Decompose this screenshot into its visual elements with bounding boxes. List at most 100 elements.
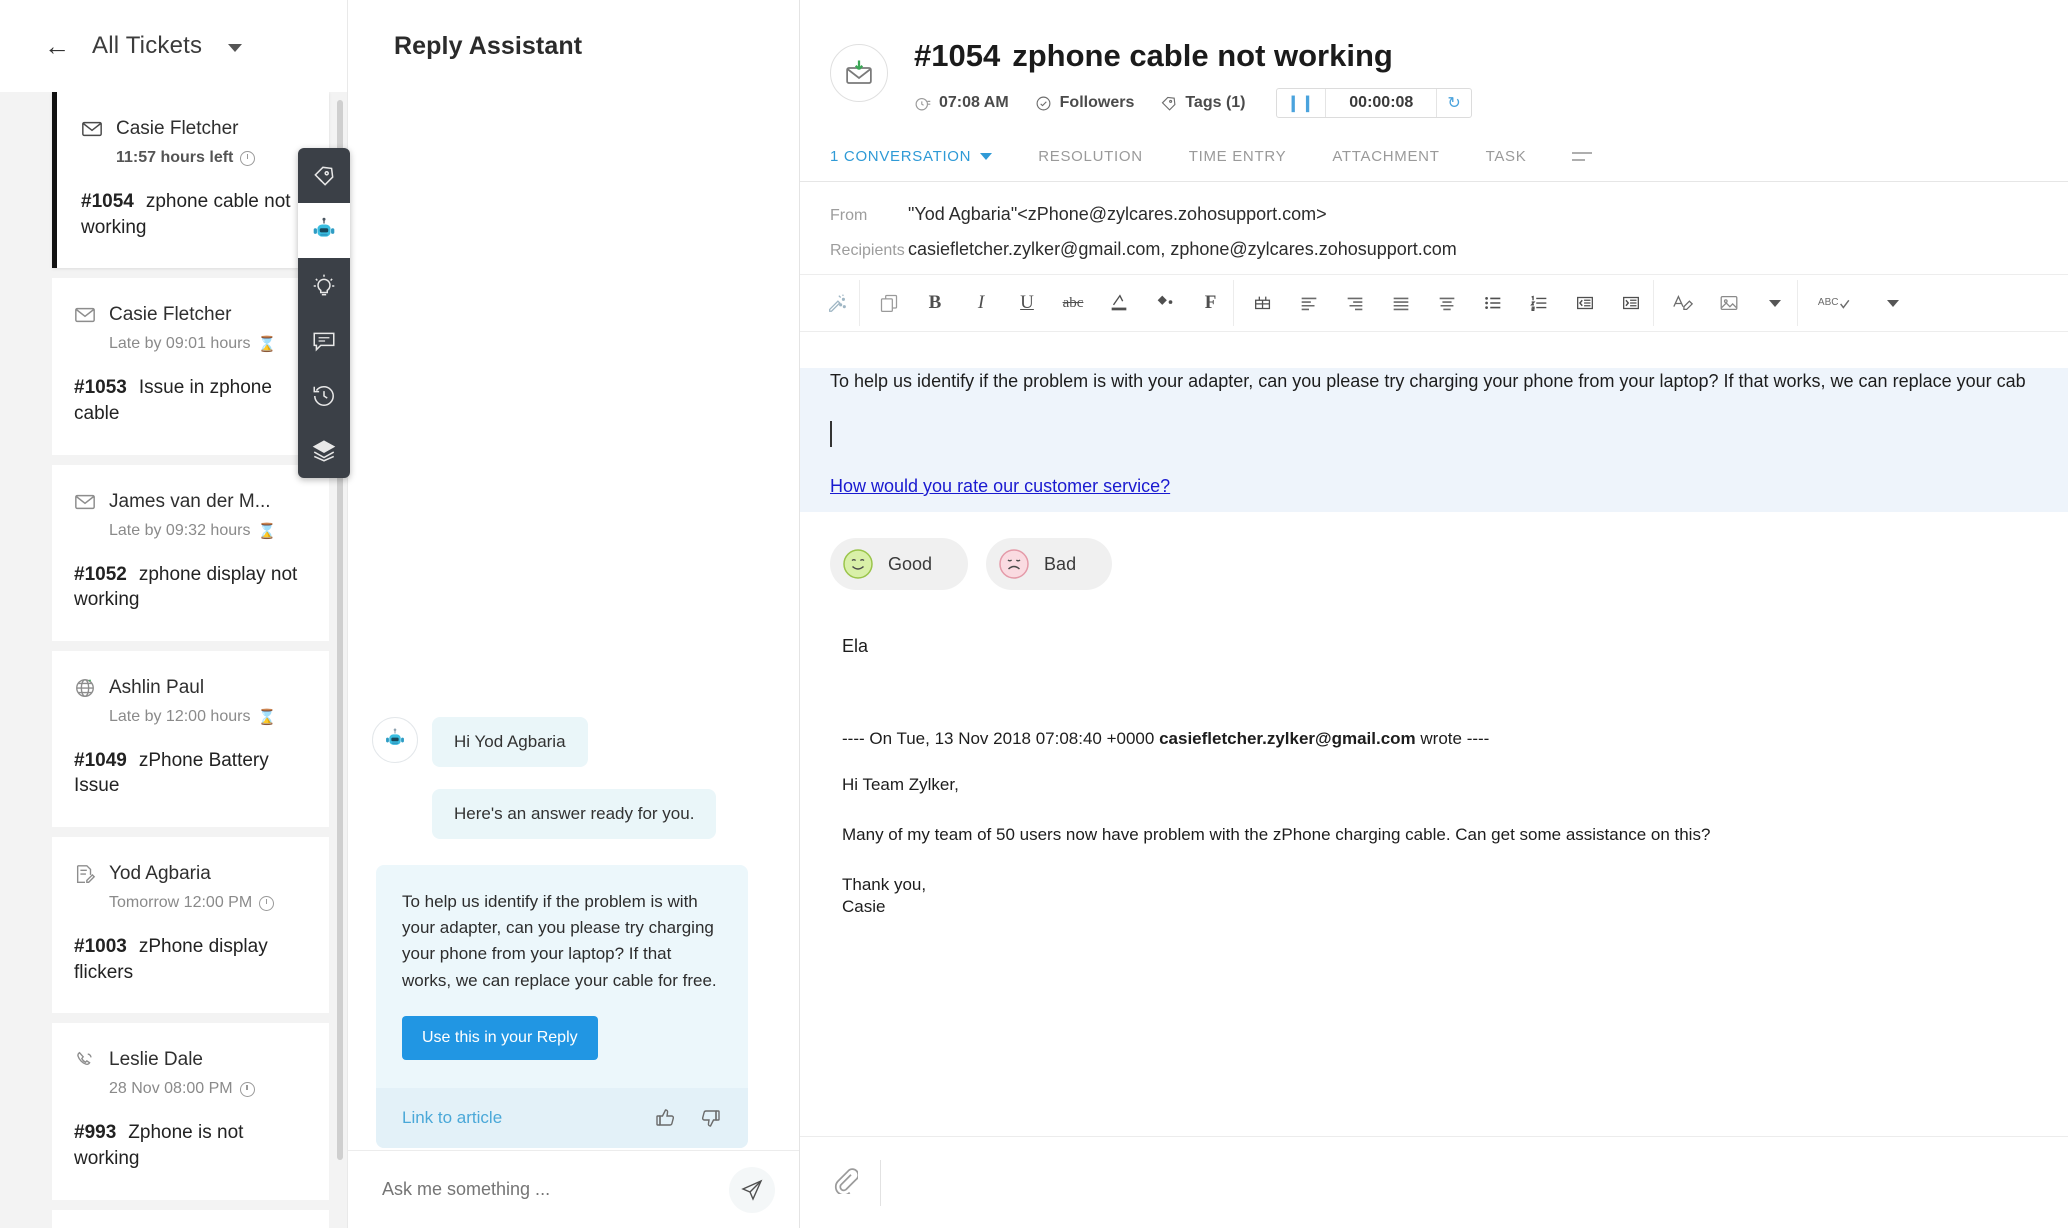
ticket-card-top: Ashlin Paul: [74, 677, 303, 699]
ticket-list-scroll[interactable]: Casie Fletcher 11:57 hours left #1054 zph…: [0, 92, 347, 1228]
tab-label: RESOLUTION: [1038, 148, 1143, 165]
justify-button[interactable]: [1378, 280, 1424, 326]
list-item[interactable]: James van der M... 30 Nov 10:00 AM: [52, 1209, 329, 1228]
list-item[interactable]: James van der M... Late by 09:32 hours ⌛ …: [52, 464, 329, 641]
ticket-card-top: James van der M...: [74, 491, 303, 513]
email-icon: [75, 308, 95, 323]
chat-message-greeting: Hi Yod Agbaria: [372, 716, 775, 767]
list-item-due: Late by 12:00 hours ⌛: [109, 708, 303, 726]
spellcheck-button[interactable]: ABC: [1804, 280, 1870, 326]
toolbar-caret-button[interactable]: [1752, 280, 1798, 326]
list-item[interactable]: Yod Agbaria Tomorrow 12:00 PM #1003 zPhon…: [52, 837, 329, 1014]
web-icon: [76, 678, 94, 697]
survey-link-line: How would you rate our customer service?: [800, 473, 2068, 500]
from-value[interactable]: "Yod Agbaria"<zPhone@zylcares.zohosuppor…: [908, 204, 1327, 225]
send-button[interactable]: [729, 1166, 775, 1213]
list-item-due-text: 11:57 hours left: [116, 149, 234, 166]
ticket-detail-pane: #1054 zphone cable not working 07:08 AM F…: [800, 0, 2068, 1228]
rail-item-history[interactable]: [298, 368, 350, 423]
followers-button[interactable]: Followers: [1035, 94, 1135, 112]
link-to-article-link[interactable]: Link to article: [402, 1108, 502, 1128]
followers-label: Followers: [1059, 94, 1135, 111]
more-menu-icon[interactable]: [1572, 152, 1593, 177]
rating-good-button[interactable]: Good: [830, 538, 969, 590]
highlight-color-button[interactable]: [1142, 280, 1188, 326]
reload-icon[interactable]: ↻: [1436, 89, 1470, 117]
pause-icon[interactable]: ❙❙: [1277, 89, 1327, 117]
rail-item-tags[interactable]: [298, 148, 350, 203]
tab-conversation[interactable]: 1 CONVERSATION: [830, 148, 1018, 181]
clear-format-button[interactable]: F: [1188, 280, 1234, 326]
recipients-value[interactable]: casiefletcher.zylker@gmail.com, zphone@z…: [908, 239, 1457, 260]
quote-header-email: casiefletcher.zylker@gmail.com: [1159, 729, 1416, 748]
ticket-meta: 07:08 AM Followers Tags (1) ❙❙ 00:00:08 …: [914, 88, 1472, 118]
list-item-name: Casie Fletcher: [109, 304, 232, 326]
tags-button[interactable]: Tags (1): [1160, 94, 1246, 112]
use-in-reply-button[interactable]: Use this in your Reply: [402, 1016, 598, 1060]
attach-button[interactable]: [830, 1166, 860, 1199]
hourglass-icon: ⌛: [257, 336, 277, 354]
rail-item-layers[interactable]: [298, 423, 350, 478]
list-item-name: Casie Fletcher: [116, 118, 239, 139]
font-style-button[interactable]: [1660, 280, 1706, 326]
thumbs-down-icon[interactable]: [698, 1106, 722, 1130]
clock-icon: [240, 150, 256, 166]
indent-button[interactable]: [1608, 280, 1654, 326]
rating-good-label: Good: [888, 553, 933, 574]
ticket-card-top: Leslie Dale: [74, 1049, 303, 1071]
list-item[interactable]: Casie Fletcher Late by 09:01 hours ⌛ #105…: [52, 278, 329, 455]
text-color-button[interactable]: [1096, 280, 1142, 326]
selected-text-block: To help us identify if the problem is wi…: [800, 368, 2068, 512]
paperclip-icon: [834, 1168, 860, 1196]
list-item[interactable]: Casie Fletcher 11:57 hours left #1054 zph…: [52, 92, 329, 269]
ticket-list-header: ← All Tickets: [0, 0, 347, 92]
list-item-subject: #1052 zphone display not working: [74, 562, 303, 613]
insert-placeholder-button[interactable]: [814, 280, 860, 326]
list-item[interactable]: Leslie Dale 28 Nov 08:00 PM #993 Zphone i…: [52, 1023, 329, 1200]
feedback-buttons: [654, 1106, 722, 1130]
list-item-due: Late by 09:32 hours ⌛: [109, 522, 303, 540]
rail-item-assistant[interactable]: [298, 203, 350, 258]
bold-button[interactable]: B: [912, 280, 958, 326]
reply-editor[interactable]: To help us identify if the problem is wi…: [800, 332, 2068, 1062]
align-right-button[interactable]: [1332, 280, 1378, 326]
spellcheck-caret-button[interactable]: [1870, 280, 1916, 326]
tab-task[interactable]: TASK: [1486, 148, 1553, 181]
list-item-name: Yod Agbaria: [109, 863, 211, 885]
italic-button[interactable]: I: [958, 280, 1004, 326]
chevron-down-icon[interactable]: [228, 44, 243, 52]
bot-assistant-icon: [386, 728, 404, 745]
survey-link[interactable]: How would you rate our customer service?: [830, 476, 1170, 496]
table-button[interactable]: [1240, 280, 1286, 326]
tab-attachment[interactable]: ATTACHMENT: [1332, 148, 1465, 181]
tag-icon: [1162, 96, 1176, 111]
underline-button[interactable]: U: [1004, 280, 1050, 326]
rail-item-chat[interactable]: [298, 313, 350, 368]
align-center-button[interactable]: [1424, 280, 1470, 326]
thumbs-up-icon[interactable]: [654, 1106, 678, 1130]
phone-icon: [77, 1052, 92, 1066]
rail-item-ideas[interactable]: [298, 258, 350, 313]
rating-bad-button[interactable]: Bad: [986, 538, 1113, 590]
outdent-button[interactable]: [1562, 280, 1608, 326]
suggested-answer-text: To help us identify if the problem is wi…: [402, 891, 717, 990]
list-item[interactable]: Ashlin Paul Late by 12:00 hours ⌛ #1049 zP…: [52, 650, 329, 828]
copy-button[interactable]: [866, 280, 912, 326]
ask-input[interactable]: [382, 1179, 729, 1200]
back-arrow-icon[interactable]: ←: [44, 33, 70, 59]
insert-image-button[interactable]: [1706, 280, 1752, 326]
strikethrough-button[interactable]: abc: [1050, 280, 1096, 326]
ticket-list-title[interactable]: All Tickets: [92, 32, 202, 60]
align-right-icon: [1347, 297, 1363, 311]
ticket-time: 07:08 AM: [914, 94, 1009, 112]
email-received-icon: [846, 60, 872, 84]
page-title: #1054 zphone cable not working: [914, 38, 1472, 74]
align-left-button[interactable]: [1286, 280, 1332, 326]
bullet-list-button[interactable]: [1470, 280, 1516, 326]
numbered-list-button[interactable]: [1516, 280, 1562, 326]
toolbar-caret-icon: [1768, 299, 1781, 307]
list-item-subject: #1049 zPhone Battery Issue: [74, 748, 303, 799]
quote-line: Thank you,: [842, 875, 927, 894]
tab-resolution[interactable]: RESOLUTION: [1038, 148, 1169, 181]
tab-time-entry[interactable]: TIME ENTRY: [1189, 148, 1313, 181]
